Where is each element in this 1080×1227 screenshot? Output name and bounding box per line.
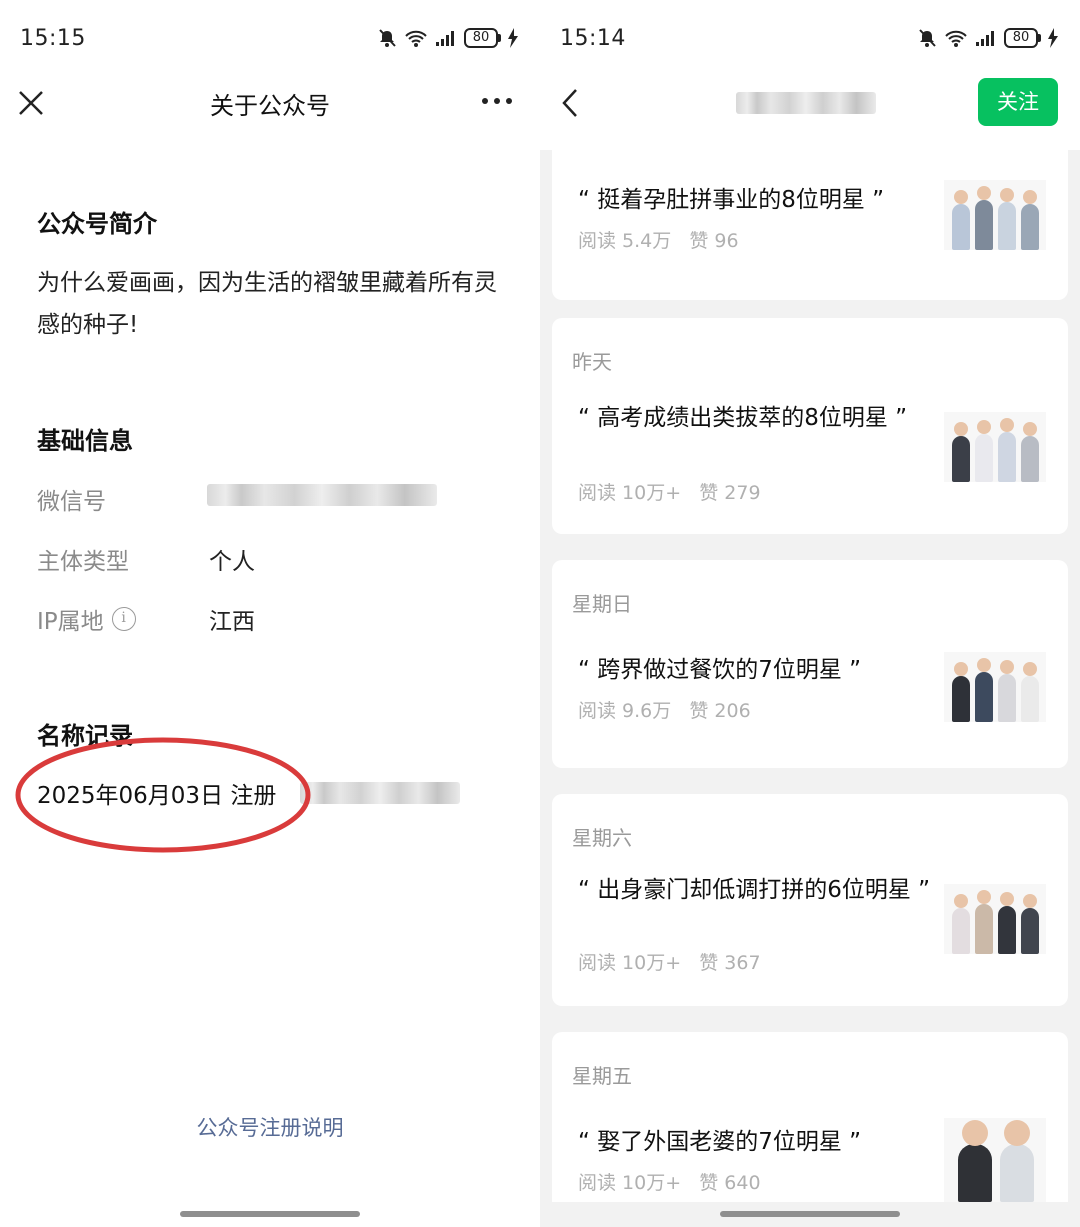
article-thumbnail xyxy=(944,652,1046,722)
article-title[interactable]: “ 挺着孕肚拼事业的8位明星 ” xyxy=(578,184,938,217)
signal-icon xyxy=(976,31,994,46)
mute-bell-icon xyxy=(379,29,396,47)
top-nav: 关注 xyxy=(540,78,1080,128)
account-name-redacted xyxy=(300,782,460,804)
article-thumbnail xyxy=(944,180,1046,250)
article-date: 星期日 xyxy=(572,592,632,616)
article-card[interactable]: 星期日 “ 跨界做过餐饮的7位明星 ” 阅读 9.6万 赞 206 xyxy=(552,560,1068,768)
wifi-icon xyxy=(945,30,967,47)
status-icons: 80 xyxy=(917,28,1058,48)
ip-location-label-text: IP属地 xyxy=(37,609,104,635)
ip-location-label: IP属地 i xyxy=(37,602,136,636)
charging-icon xyxy=(1048,28,1058,48)
account-articles-screen: 15:14 80 关注 “ 挺着孕肚拼事业的8位明星 ” 阅读 5.4万 赞 9… xyxy=(540,0,1080,1227)
name-history-heading: 名称记录 xyxy=(37,722,133,750)
account-name-redacted xyxy=(736,92,876,114)
status-bar: 15:14 80 xyxy=(540,22,1080,62)
article-title[interactable]: “ 高考成绩出类拔萃的8位明星 ” xyxy=(578,402,938,435)
charging-icon xyxy=(508,28,518,48)
wechat-id-value-redacted xyxy=(207,484,437,506)
article-reads: 阅读 9.6万 xyxy=(578,700,672,722)
article-stats: 阅读 10万+ 赞 367 xyxy=(578,948,761,975)
registration-record: 2025年06月03日 注册 xyxy=(37,783,277,809)
status-time: 15:14 xyxy=(560,26,626,51)
article-card[interactable]: 星期六 “ 出身豪门却低调打拼的6位明星 ” 阅读 10万+ 赞 367 xyxy=(552,794,1068,1006)
battery-icon: 80 xyxy=(1004,28,1041,48)
page-title: 关于公众号 xyxy=(210,92,330,120)
wifi-icon xyxy=(405,30,427,47)
battery-icon: 80 xyxy=(464,28,501,48)
entity-type-value: 个人 xyxy=(209,549,255,575)
ip-location-value: 江西 xyxy=(209,609,255,635)
signal-icon xyxy=(436,31,454,46)
article-reads: 阅读 10万+ xyxy=(578,482,682,504)
more-options-icon[interactable] xyxy=(480,86,514,116)
article-title[interactable]: “ 跨界做过餐饮的7位明星 ” xyxy=(578,654,938,687)
article-date: 星期六 xyxy=(572,826,632,850)
article-card[interactable]: “ 挺着孕肚拼事业的8位明星 ” 阅读 5.4万 赞 96 xyxy=(552,150,1068,300)
article-stats: 阅读 10万+ 赞 279 xyxy=(578,478,761,505)
article-stats: 阅读 9.6万 赞 206 xyxy=(578,696,751,723)
article-title[interactable]: “ 出身豪门却低调打拼的6位明星 ” xyxy=(578,874,938,907)
status-time: 15:15 xyxy=(20,26,86,51)
article-stats: 阅读 5.4万 赞 96 xyxy=(578,226,739,253)
back-chevron-icon[interactable] xyxy=(558,86,582,120)
status-icons: 80 xyxy=(377,28,518,48)
home-indicator[interactable] xyxy=(180,1211,360,1217)
article-card[interactable]: 星期五 “ 娶了外国老婆的7位明星 ” 阅读 10万+ 赞 640 xyxy=(552,1032,1068,1202)
registration-info-link[interactable]: 公众号注册说明 xyxy=(0,1112,540,1142)
follow-button[interactable]: 关注 xyxy=(978,78,1058,126)
article-likes: 赞 96 xyxy=(689,230,739,252)
basic-info-heading: 基础信息 xyxy=(37,427,133,455)
wechat-id-label: 微信号 xyxy=(37,482,106,516)
article-reads: 阅读 10万+ xyxy=(578,952,682,974)
top-nav: 关于公众号 xyxy=(0,78,540,128)
article-likes: 赞 640 xyxy=(699,1172,761,1194)
intro-text: 为什么爱画画，因为生活的褶皱里藏着所有灵感的种子! xyxy=(37,270,497,338)
wechat-id-label-text: 微信号 xyxy=(37,489,106,515)
article-likes: 赞 206 xyxy=(689,700,751,722)
status-bar: 15:15 80 xyxy=(0,22,540,62)
mute-bell-icon xyxy=(919,29,936,47)
article-likes: 赞 367 xyxy=(699,952,761,974)
entity-type-label-text: 主体类型 xyxy=(37,549,129,575)
article-date: 星期五 xyxy=(572,1064,632,1088)
article-thumbnail xyxy=(944,884,1046,954)
about-account-screen: 15:15 80 关于公众号 公众号简介 为什么爱画画，因为生活的褶皱里藏着所有… xyxy=(0,0,540,1227)
home-indicator[interactable] xyxy=(720,1211,900,1217)
article-card[interactable]: 昨天 “ 高考成绩出类拔萃的8位明星 ” 阅读 10万+ 赞 279 xyxy=(552,318,1068,534)
article-reads: 阅读 5.4万 xyxy=(578,230,672,252)
battery-level: 80 xyxy=(1004,28,1038,48)
intro-heading: 公众号简介 xyxy=(37,210,157,238)
article-title[interactable]: “ 娶了外国老婆的7位明星 ” xyxy=(578,1126,938,1159)
article-likes: 赞 279 xyxy=(699,482,761,504)
entity-type-label: 主体类型 xyxy=(37,542,129,576)
article-date: 昨天 xyxy=(572,350,612,374)
article-reads: 阅读 10万+ xyxy=(578,1172,682,1194)
info-icon[interactable]: i xyxy=(111,607,136,631)
article-thumbnail xyxy=(944,412,1046,482)
battery-level: 80 xyxy=(464,28,498,48)
article-stats: 阅读 10万+ 赞 640 xyxy=(578,1168,761,1195)
article-thumbnail xyxy=(944,1118,1046,1202)
